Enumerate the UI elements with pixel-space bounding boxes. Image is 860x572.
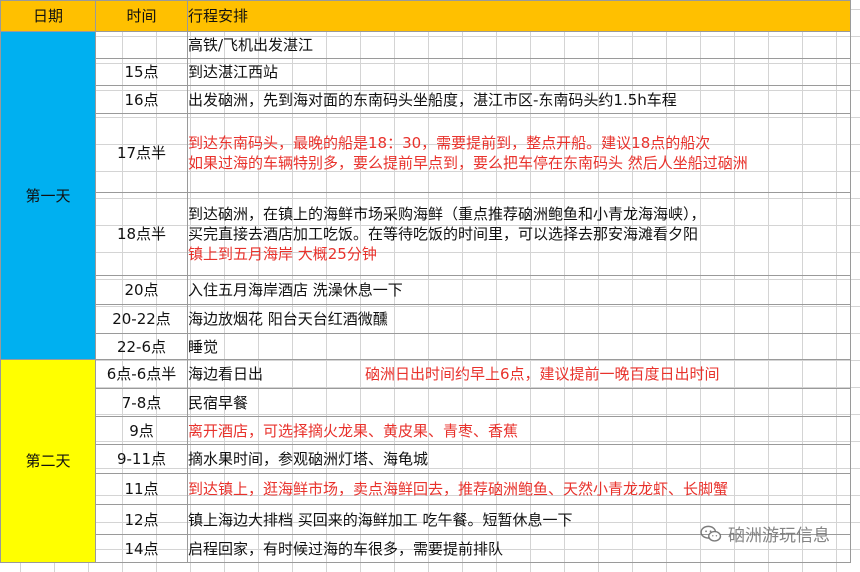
itinerary-table: 日期 时间 行程安排 第一天 高铁/飞机出发湛江 15点 到达湛江西站 16点 出发硇洲，…: [0, 0, 851, 563]
plan-line: 镇上到五月海岸 大概25分钟: [188, 245, 377, 263]
day-cell[interactable]: 第一天: [0, 31, 96, 360]
plan-line: 离开酒店，可选择摘火龙果、黄皮果、青枣、香蕉: [188, 421, 519, 440]
table-row: 20-22点 海边放烟花 阳台天台红酒微醺: [1, 304, 851, 334]
table-row: 9-11点 摘水果时间，参观硇洲灯塔、海龟城: [1, 444, 851, 474]
plan-line: 睡觉: [188, 337, 219, 356]
plan-cell[interactable]: 海边看日出 硇洲日出时间约早上6点，建议提前一晚百度日出时间: [187, 359, 851, 389]
time-cell[interactable]: 14点: [95, 534, 188, 563]
plan-line: 海边放烟花 阳台天台红酒微醺: [188, 310, 388, 328]
plan-line: 高铁/飞机出发湛江: [188, 36, 314, 54]
plan-line: 到达硇洲，在镇上的海鲜市场采购海鲜（重点推荐硇洲鲍鱼和小青龙海海峡），: [188, 205, 706, 223]
plan-line: 入住五月海岸酒店 洗澡休息一下: [188, 281, 403, 299]
plan-line: 到达湛江西站: [188, 63, 279, 81]
table-row: 20点 入住五月海岸酒店 洗澡休息一下: [1, 275, 851, 305]
table-row: 22-6点 睡觉: [1, 333, 851, 360]
table-row: 15点 到达湛江西站: [1, 58, 851, 86]
plan-line: 出发硇洲，先到海对面的东南码头坐船度，湛江市区-东南码头约1.5h车程: [188, 90, 677, 109]
header-date[interactable]: 日期: [0, 0, 96, 32]
time-cell[interactable]: 22-6点: [95, 333, 188, 360]
plan-cell[interactable]: 到达东南码头，最晚的船是18：30，需要提前到，整点开船。建议18点的船次如果过…: [187, 113, 851, 193]
plan-cell[interactable]: 出发硇洲，先到海对面的东南码头坐船度，湛江市区-东南码头约1.5h车程: [187, 85, 851, 114]
plan-cell[interactable]: 到达湛江西站: [187, 58, 851, 86]
header-time[interactable]: 时间: [95, 0, 188, 32]
table-row: 第二天 6点-6点半 海边看日出 硇洲日出时间约早上6点，建议提前一晚百度日出时间: [0, 359, 851, 563]
table-row: 11点 到达镇上，逛海鲜市场，卖点海鲜回去，推荐硇洲鲍鱼、天然小青龙龙虾、长脚蟹: [1, 473, 851, 505]
table-row: 第一天 高铁/飞机出发湛江: [0, 31, 851, 360]
table-row: 18点半 到达硇洲，在镇上的海鲜市场采购海鲜（重点推荐硇洲鲍鱼和小青龙海海峡）， 买…: [1, 192, 851, 276]
time-cell[interactable]: 9-11点: [95, 444, 188, 474]
plan-line: 如果过海的车辆特别多，要么提前早点到，要么把车停在东南码头 然后人坐船过硇洲: [188, 154, 748, 172]
plan-cell[interactable]: 摘水果时间，参观硇洲灯塔、海龟城: [187, 444, 851, 474]
plan-line: 海边看日出: [188, 365, 264, 383]
table-row: 7-8点 民宿早餐: [1, 388, 851, 417]
time-cell[interactable]: 6点-6点半: [95, 359, 188, 389]
plan-line: 到达镇上，逛海鲜市场，卖点海鲜回去，推荐硇洲鲍鱼、天然小青龙龙虾、长脚蟹: [188, 480, 729, 498]
time-cell[interactable]: 20-22点: [95, 304, 188, 334]
plan-cell[interactable]: 入住五月海岸酒店 洗澡休息一下: [187, 275, 851, 305]
header-plan[interactable]: 行程安排: [187, 0, 851, 32]
time-cell[interactable]: 9点: [95, 416, 188, 445]
plan-cell[interactable]: 到达硇洲，在镇上的海鲜市场采购海鲜（重点推荐硇洲鲍鱼和小青龙海海峡）， 买完直接去…: [187, 192, 851, 276]
time-cell[interactable]: 7-8点: [95, 388, 188, 417]
time-cell[interactable]: 16点: [95, 85, 188, 114]
table-row: 16点 出发硇洲，先到海对面的东南码头坐船度，湛江市区-东南码头约1.5h车程: [1, 85, 851, 114]
header-row: 日期 时间 行程安排: [0, 0, 851, 32]
plan-line: 民宿早餐: [188, 393, 249, 412]
time-cell[interactable]: 18点半: [95, 192, 188, 276]
plan-cell[interactable]: 离开酒店，可选择摘火龙果、黄皮果、青枣、香蕉: [187, 416, 851, 445]
plan-note: 硇洲日出时间约早上6点，建议提前一晚百度日出时间: [365, 365, 720, 383]
plan-cell[interactable]: 海边放烟花 阳台天台红酒微醺: [187, 304, 851, 334]
plan-line: 买完直接去酒店加工吃饭。在等待吃饭的时间里，可以选择去那安海滩看夕阳: [188, 225, 699, 243]
wechat-icon: [700, 525, 722, 542]
plan-cell[interactable]: 到达镇上，逛海鲜市场，卖点海鲜回去，推荐硇洲鲍鱼、天然小青龙龙虾、长脚蟹: [187, 473, 851, 505]
time-cell[interactable]: 12点: [95, 504, 188, 535]
plan-cell[interactable]: 民宿早餐: [187, 388, 851, 417]
time-cell[interactable]: 11点: [95, 473, 188, 505]
plan-line: 摘水果时间，参观硇洲灯塔、海龟城: [188, 450, 429, 468]
plan-cell[interactable]: 睡觉: [187, 333, 851, 360]
day-cell[interactable]: 第二天: [0, 359, 96, 563]
time-cell[interactable]: 17点半: [95, 113, 188, 193]
time-cell[interactable]: 15点: [95, 58, 188, 86]
watermark: 硇洲游玩信息: [700, 521, 830, 546]
table-row: 9点 离开酒店，可选择摘火龙果、黄皮果、青枣、香蕉: [1, 416, 851, 445]
time-cell[interactable]: [95, 31, 188, 59]
plan-cell[interactable]: 高铁/飞机出发湛江: [187, 31, 851, 59]
table-row: 17点半 到达东南码头，最晚的船是18：30，需要提前到，整点开船。建议18点的船…: [1, 113, 851, 193]
time-cell[interactable]: 20点: [95, 275, 188, 305]
plan-line: 到达东南码头，最晚的船是18：30，需要提前到，整点开船。建议18点的船次: [188, 134, 711, 152]
watermark-text: 硇洲游玩信息: [728, 526, 830, 546]
